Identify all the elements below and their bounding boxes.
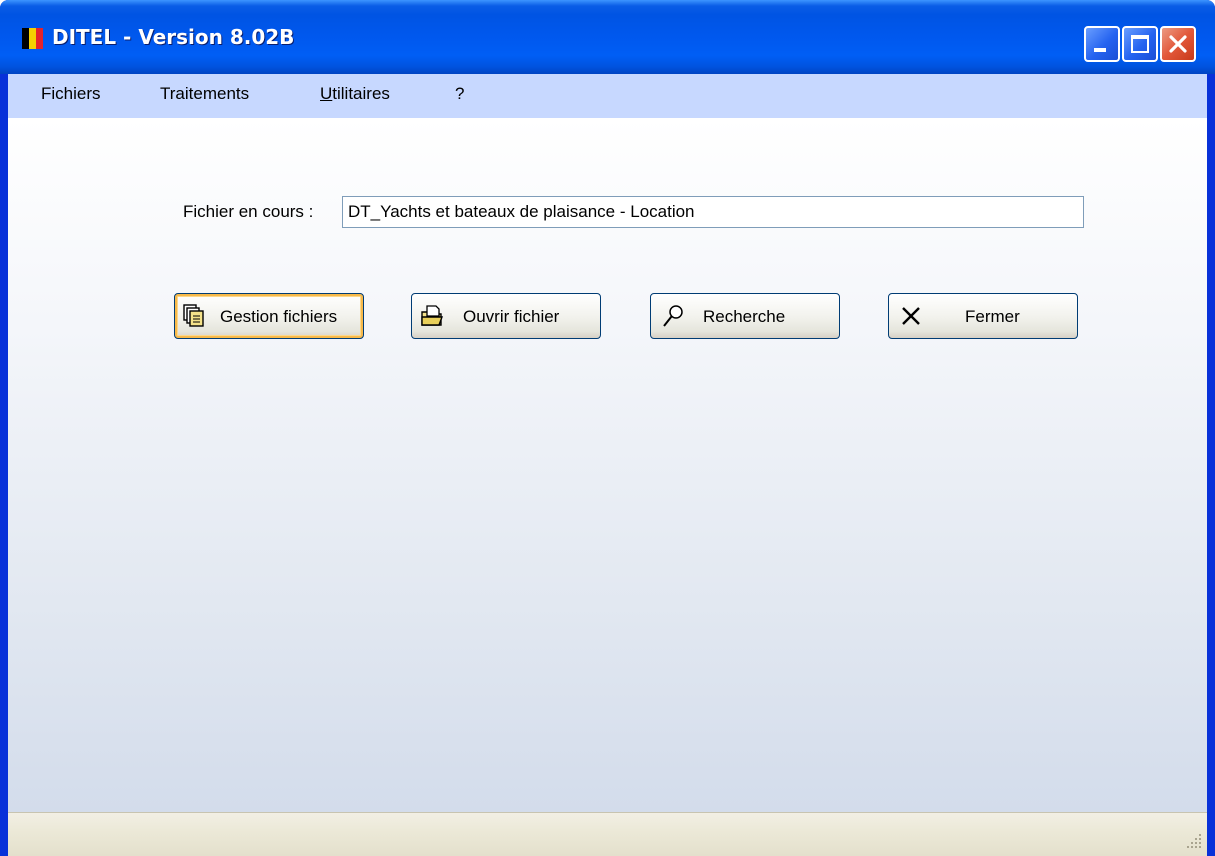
- menu-utilitaires-mnemonic: U: [320, 84, 333, 103]
- minimize-icon: [1094, 48, 1106, 52]
- maximize-button[interactable]: [1122, 26, 1158, 62]
- recherche-label: Recherche: [703, 307, 786, 326]
- recherche-button[interactable]: Recherche: [650, 293, 840, 339]
- gestion-fichiers-label: Gestion fichiers: [220, 307, 338, 326]
- menu-bar: Fichiers Traitements Utilitaires ?: [8, 74, 1207, 118]
- menu-utilitaires-rest: tilitaires: [332, 84, 390, 103]
- close-button[interactable]: [1160, 26, 1196, 62]
- menu-traitements[interactable]: Traitements: [160, 84, 249, 104]
- fermer-label: Fermer: [965, 307, 1020, 326]
- open-folder-icon: [421, 305, 444, 326]
- maximize-icon: [1131, 35, 1149, 53]
- menu-fichiers[interactable]: Fichiers: [41, 84, 101, 104]
- main-panel: Fichier en cours : Gestion fichiers Ouvr…: [8, 118, 1207, 812]
- gestion-fichiers-button[interactable]: Gestion fichiers: [174, 293, 364, 339]
- ouvrir-fichier-label: Ouvrir fichier: [463, 307, 560, 326]
- minimize-button[interactable]: [1084, 26, 1120, 62]
- resize-grip-icon[interactable]: [1185, 832, 1203, 850]
- ouvrir-fichier-button[interactable]: Ouvrir fichier: [411, 293, 601, 339]
- window-title: DITEL - Version 8.02B: [52, 25, 295, 49]
- files-stack-icon: [183, 304, 204, 327]
- title-bar[interactable]: DITEL - Version 8.02B: [0, 0, 1215, 74]
- menu-help[interactable]: ?: [455, 84, 464, 104]
- close-icon: [1169, 35, 1187, 53]
- current-file-field[interactable]: [342, 196, 1084, 228]
- x-close-icon: [902, 307, 920, 325]
- current-file-label: Fichier en cours :: [183, 202, 314, 221]
- magnifier-icon: [663, 305, 683, 327]
- app-window: DITEL - Version 8.02B Fichiers Traitemen…: [0, 0, 1215, 856]
- menu-utilitaires[interactable]: Utilitaires: [320, 84, 390, 104]
- status-bar: [8, 812, 1207, 856]
- belgian-flag-icon[interactable]: [22, 28, 43, 49]
- fermer-button[interactable]: Fermer: [888, 293, 1078, 339]
